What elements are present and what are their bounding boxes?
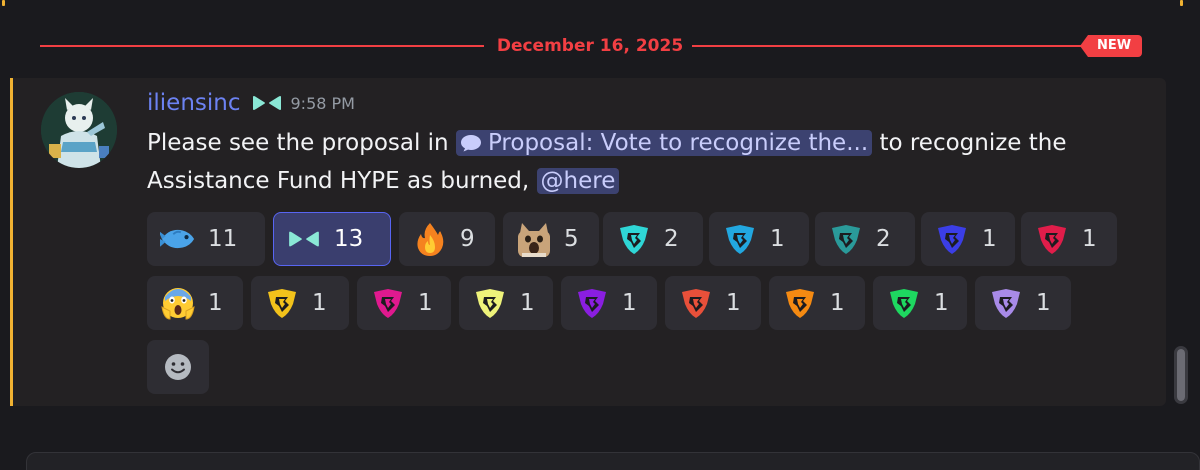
divider-date: December 16, 2025 <box>496 36 684 56</box>
here-mention[interactable]: @here <box>536 168 620 194</box>
channel-mention-label: Proposal: Vote to recognize the... <box>487 130 869 156</box>
reaction-count: 13 <box>334 226 364 252</box>
shield-lime-icon <box>472 285 508 321</box>
smiley-icon <box>165 354 191 380</box>
reaction-count: 1 <box>982 226 997 252</box>
shield-red-icon <box>678 285 714 321</box>
reaction-count: 1 <box>726 290 741 316</box>
scrollbar-thumb-grip <box>1177 349 1185 401</box>
shield-magenta-icon <box>370 285 406 321</box>
reaction-shield-red[interactable]: 1 <box>665 276 761 330</box>
message-header: iliensinc 9:58 PM <box>147 86 355 120</box>
timestamp: 9:58 PM <box>290 93 355 113</box>
reaction-fish[interactable]: 11 <box>147 212 265 266</box>
reaction-count: 5 <box>564 226 579 252</box>
reaction-count: 11 <box>208 226 238 252</box>
reaction-shield-lavender[interactable]: 1 <box>975 276 1071 330</box>
top-strip <box>0 0 1200 8</box>
reaction-count: 9 <box>460 226 475 252</box>
hyperliquid-logo-icon <box>286 221 322 257</box>
add-reaction-button[interactable] <box>147 340 209 394</box>
reaction-count: 1 <box>830 290 845 316</box>
screaming-face-icon <box>160 285 196 321</box>
shield-teal-icon <box>828 221 864 257</box>
reaction-count: 1 <box>1036 290 1051 316</box>
shield-cyan-icon <box>616 221 652 257</box>
reaction-shield-yellow[interactable]: 1 <box>251 276 349 330</box>
channel-mention[interactable]: Proposal: Vote to recognize the... <box>455 130 873 156</box>
shield-green-icon <box>886 285 922 321</box>
reaction-shield-orange[interactable]: 1 <box>769 276 865 330</box>
fire-icon <box>412 221 448 257</box>
shield-orange-icon <box>782 285 818 321</box>
thread-bubble-icon <box>460 135 481 152</box>
shield-indigo-icon <box>934 221 970 257</box>
reaction-shield-green[interactable]: 1 <box>873 276 967 330</box>
reaction-shield-crimson[interactable]: 1 <box>1021 212 1117 266</box>
reaction-count: 1 <box>934 290 949 316</box>
shield-yellow-icon <box>264 285 300 321</box>
reaction-count: 1 <box>1082 226 1097 252</box>
message[interactable]: iliensinc 9:58 PM Please see the proposa… <box>10 78 1166 406</box>
new-badge: NEW <box>1080 35 1142 57</box>
reaction-count: 1 <box>312 290 327 316</box>
reaction-screaming-face[interactable]: 1 <box>147 276 243 330</box>
reaction-pop-cat[interactable]: 5 <box>503 212 599 266</box>
reaction-count: 1 <box>520 290 535 316</box>
unread-marker <box>1180 0 1183 6</box>
unread-marker <box>2 0 5 6</box>
reaction-count: 1 <box>622 290 637 316</box>
reaction-shield-teal[interactable]: 2 <box>815 212 915 266</box>
reaction-shield-purple[interactable]: 1 <box>561 276 657 330</box>
shield-blue-icon <box>722 221 758 257</box>
divider-line <box>40 45 484 47</box>
fish-icon <box>160 221 196 257</box>
reaction-shield-magenta[interactable]: 1 <box>357 276 451 330</box>
pop-cat-icon <box>516 221 552 257</box>
reaction-shield-cyan[interactable]: 2 <box>603 212 703 266</box>
reaction-hyperliquid-logo[interactable]: 13 <box>273 212 391 266</box>
reaction-count: 1 <box>208 290 223 316</box>
username[interactable]: iliensinc <box>147 90 241 116</box>
reaction-shield-indigo[interactable]: 1 <box>921 212 1015 266</box>
reaction-count: 2 <box>876 226 891 252</box>
message-content: Please see the proposal in Proposal: Vot… <box>147 124 1147 200</box>
reaction-count: 2 <box>664 226 679 252</box>
reaction-fire[interactable]: 9 <box>399 212 495 266</box>
new-messages-divider: December 16, 2025 NEW <box>40 34 1145 58</box>
reaction-count: 1 <box>418 290 433 316</box>
avatar[interactable] <box>41 92 117 168</box>
reaction-shield-lime[interactable]: 1 <box>459 276 553 330</box>
shield-lavender-icon <box>988 285 1024 321</box>
message-composer[interactable] <box>26 452 1200 470</box>
reaction-count: 1 <box>770 226 785 252</box>
divider-line <box>692 45 1087 47</box>
reaction-shield-blue[interactable]: 1 <box>709 212 809 266</box>
hyperliquid-icon[interactable] <box>251 93 283 113</box>
shield-crimson-icon <box>1034 221 1070 257</box>
message-text: Please see the proposal in <box>147 130 456 156</box>
shield-purple-icon <box>574 285 610 321</box>
